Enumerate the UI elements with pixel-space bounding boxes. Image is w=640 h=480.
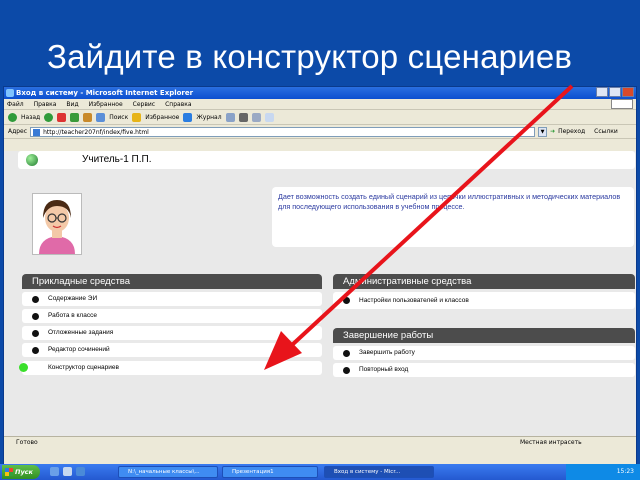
arrow-head xyxy=(264,331,302,370)
red-arrow-icon xyxy=(264,84,574,370)
arrow-shaft xyxy=(290,84,574,347)
